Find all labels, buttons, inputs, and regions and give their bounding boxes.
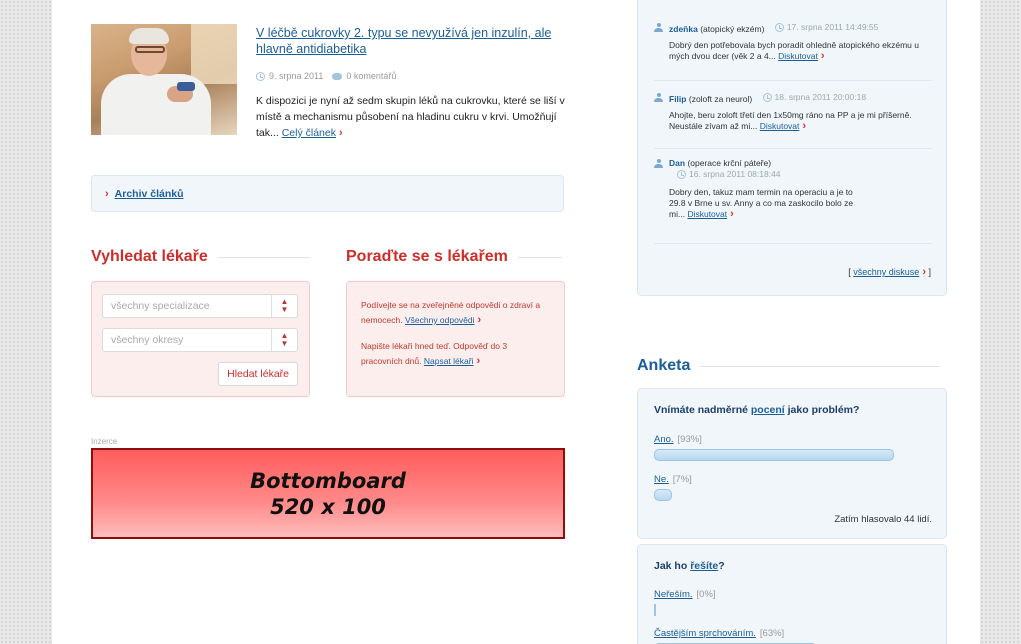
- article-image[interactable]: [91, 24, 237, 135]
- discuss-link[interactable]: Diskutovat: [687, 209, 727, 219]
- poll-option-link[interactable]: Ano.: [654, 434, 674, 445]
- select-arrows-icon: ▲ ▼: [271, 329, 297, 351]
- discussion-item: zdeňka (atopický ekzém) 17. srpna 2011 1…: [654, 22, 934, 62]
- poll-option-link[interactable]: Neřeším.: [654, 589, 693, 600]
- article-title-link[interactable]: V léčbě cukrovky 2. typu se nevyužívá je…: [256, 25, 571, 57]
- ad-label: Inzerce: [91, 437, 118, 446]
- all-answers-link[interactable]: Všechny odpovědi: [405, 315, 474, 325]
- poll-topic-link[interactable]: pocení: [751, 404, 785, 416]
- discussion-author[interactable]: Filip: [669, 94, 686, 104]
- poll-question-text: Jak ho řešíte?: [654, 560, 725, 572]
- article-meta: 9. srpna 2011 0 komentářů: [256, 71, 396, 81]
- chevron-right-icon: ›: [338, 127, 343, 139]
- discussion-date: 16. srpna 2011 08:18:44: [689, 169, 781, 179]
- all-discussions: [ všechny diskuse › ]: [848, 266, 931, 278]
- poll-title: Anketa: [637, 357, 691, 374]
- chevron-right-icon: ›: [922, 266, 926, 278]
- poll-option: Ano. [93%]: [654, 434, 702, 445]
- find-doctor-form: všechny specializace ▲ ▼ všechny okresy ▲…: [91, 281, 310, 397]
- article-perex: K dispozici je nyní až sedm skupin léků …: [256, 93, 566, 141]
- poll-option: Častějším sprchováním. [63%]: [654, 628, 784, 639]
- discussions-box: zdeňka (atopický ekzém) 17. srpna 2011 1…: [637, 0, 947, 296]
- archive-link[interactable]: Archiv článků: [115, 188, 184, 200]
- poll-option-percent: [63%]: [759, 628, 785, 639]
- article-comments[interactable]: 0 komentářů: [346, 71, 396, 81]
- advice-paragraph-1: Podívejte se na zveřejněné odpovědi o zd…: [361, 298, 550, 328]
- poll-option: Neřeším. [0%]: [654, 589, 716, 600]
- clock-icon: [256, 71, 265, 81]
- advice-box: Podívejte se na zveřejněné odpovědi o zd…: [346, 281, 565, 397]
- poll-bar: [654, 604, 656, 616]
- find-doctor-title: Vyhledat lékaře: [91, 248, 208, 265]
- poll-total-votes: Zatím hlasovalo 44 lidí.: [834, 514, 932, 525]
- banner-line-1: Bottomboard: [250, 468, 406, 493]
- district-value: všechny okresy: [111, 334, 184, 346]
- bottomboard-banner[interactable]: Bottomboard 520 x 100: [91, 448, 565, 539]
- user-icon: [654, 93, 663, 102]
- poll-option-percent: [0%]: [696, 589, 716, 600]
- write-doctor-link[interactable]: Napsat lékaři: [424, 356, 474, 366]
- poll-option-percent: [7%]: [672, 474, 692, 485]
- advice-heading: Poraďte se s lékařem: [346, 248, 562, 266]
- poll-question-2: Jak ho řešíte? Neřeším. [0%] Častějším sp…: [637, 544, 947, 644]
- discussion-topic: (atopický ekzém): [700, 24, 765, 34]
- clock-icon: [774, 23, 784, 32]
- specialization-select[interactable]: všechny specializace ▲ ▼: [102, 294, 298, 318]
- clock-icon: [677, 170, 686, 179]
- discussion-author[interactable]: Dan: [669, 158, 685, 168]
- discussion-item: Dan (operace krční páteře) 16. srpna 201…: [654, 158, 934, 220]
- poll-option-link[interactable]: Častějším sprchováním.: [654, 628, 756, 639]
- district-select[interactable]: všechny okresy ▲ ▼: [102, 328, 298, 352]
- page-content: V léčbě cukrovky 2. typu se nevyužívá je…: [52, 0, 980, 644]
- discussion-topic: (zoloft za neurol): [688, 94, 753, 104]
- discussion-item: Filip (zoloft za neurol) 18. srpna 2011 …: [654, 92, 934, 132]
- chevron-right-icon: ›: [802, 120, 807, 132]
- user-icon: [654, 23, 663, 32]
- discuss-link[interactable]: Diskutovat: [778, 51, 818, 61]
- chevron-right-icon: ›: [477, 314, 482, 326]
- discussion-date: 18. srpna 2011 20:00:18: [774, 92, 867, 102]
- chevron-right-icon: ›: [105, 187, 109, 200]
- archive-box: › Archiv článků: [91, 175, 564, 212]
- poll-heading: Anketa: [637, 357, 941, 375]
- poll-option: Ne. [7%]: [654, 474, 692, 485]
- article-teaser: V léčbě cukrovky 2. typu se nevyužívá je…: [91, 24, 571, 149]
- banner-line-2: 520 x 100: [270, 494, 386, 519]
- all-discussions-link[interactable]: všechny diskuse: [853, 267, 919, 277]
- find-doctor-button[interactable]: Hledat lékaře: [218, 362, 298, 386]
- chevron-right-icon: ›: [476, 355, 481, 367]
- discussion-date: 17. srpna 2011 14:49:55: [786, 22, 879, 32]
- clock-icon: [762, 93, 772, 102]
- article-more-link[interactable]: Celý článek: [282, 127, 336, 139]
- poll-question-text: Vnímáte nadměrné pocení jako problém?: [654, 404, 860, 416]
- poll-topic-link[interactable]: řešíte: [690, 560, 718, 572]
- article-date: 9. srpna 2011: [269, 71, 324, 81]
- chevron-right-icon: ›: [820, 50, 825, 62]
- select-arrows-icon: ▲ ▼: [271, 295, 297, 317]
- poll-bar: [654, 489, 672, 501]
- find-doctor-heading: Vyhledat lékaře: [91, 248, 310, 266]
- discuss-link[interactable]: Diskutovat: [760, 121, 800, 131]
- advice-title: Poraďte se s lékařem: [346, 248, 508, 265]
- chevron-right-icon: ›: [730, 208, 734, 220]
- poll-option-link[interactable]: Ne.: [654, 474, 669, 485]
- discussion-author[interactable]: zdeňka: [669, 24, 698, 34]
- comment-icon: [332, 72, 343, 80]
- poll-question-1: Vnímáte nadměrné pocení jako problém? An…: [637, 388, 947, 539]
- poll-bar: [654, 449, 894, 461]
- advice-paragraph-2: Napište lékaři hned teď. Odpověď do 3 pr…: [361, 339, 550, 369]
- poll-option-percent: [93%]: [677, 434, 702, 445]
- specialization-value: všechny specializace: [111, 300, 210, 312]
- discussion-topic: (operace krční páteře): [687, 158, 772, 168]
- user-icon: [654, 159, 663, 168]
